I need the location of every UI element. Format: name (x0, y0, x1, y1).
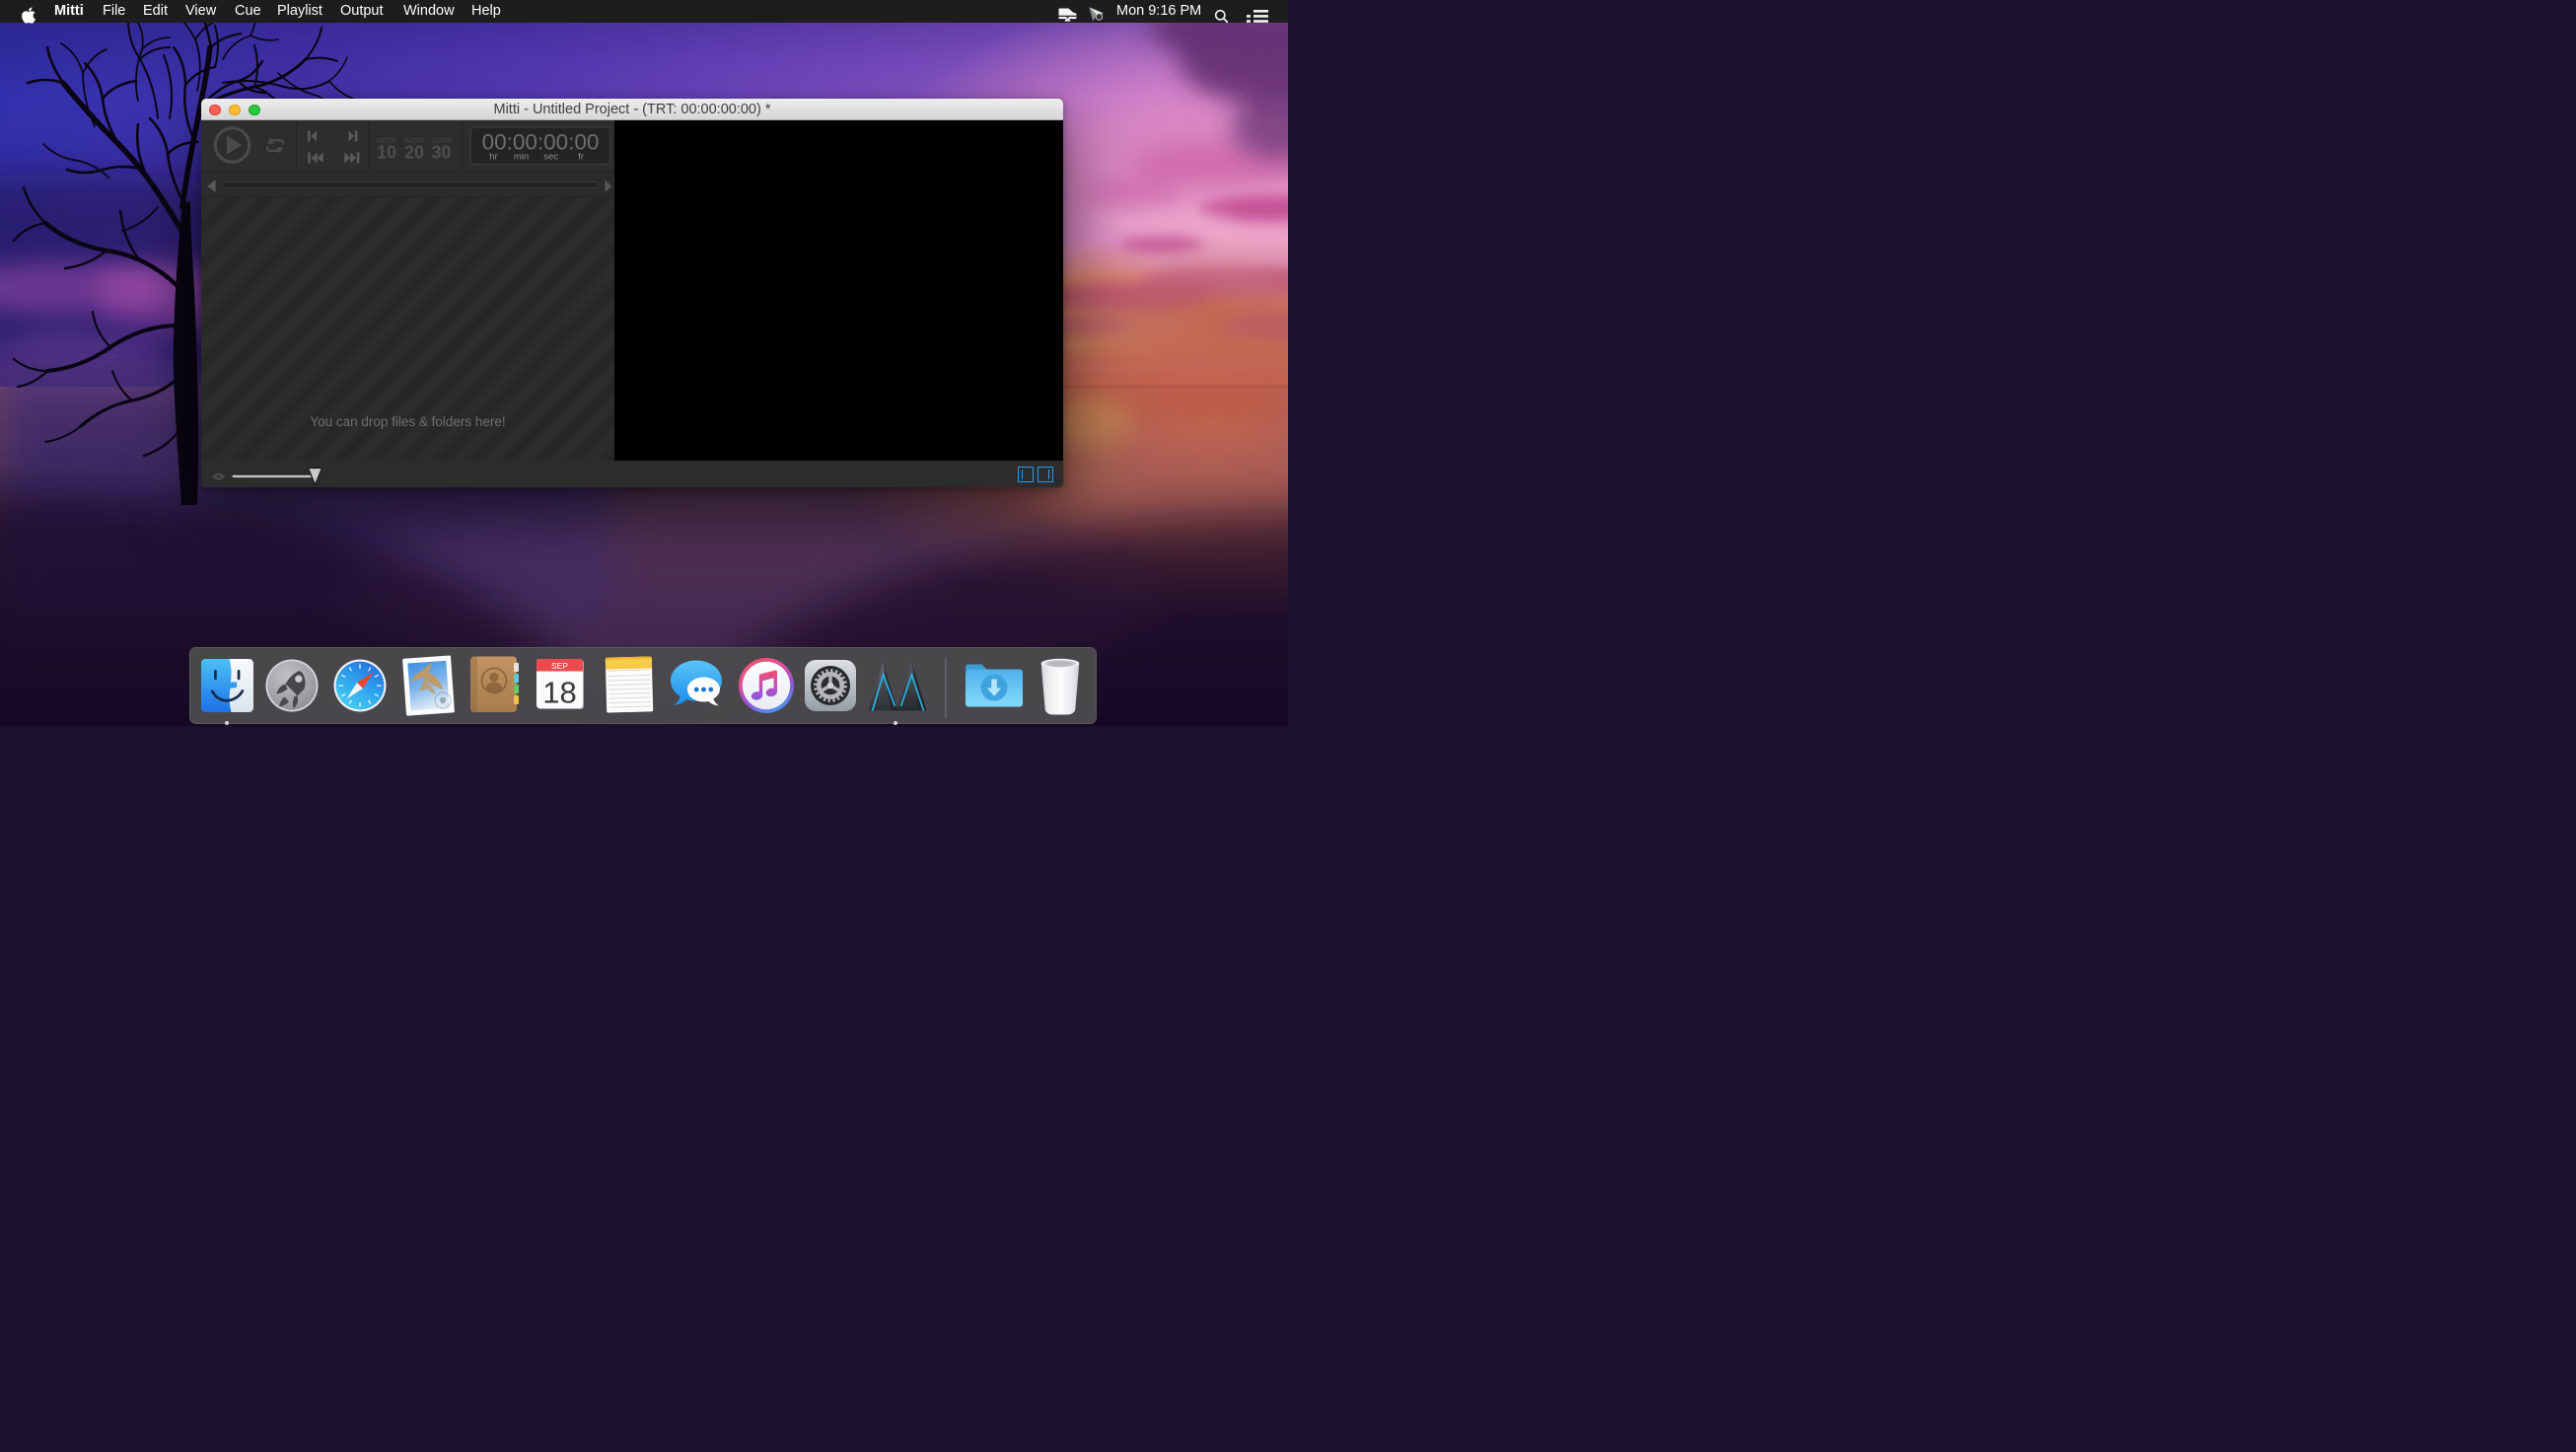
svg-text:hr: hr (489, 152, 497, 163)
svg-text:20: 20 (404, 143, 424, 163)
svg-text:30: 30 (431, 143, 451, 163)
svg-text:min: min (514, 152, 529, 163)
svg-text:fr: fr (578, 152, 584, 163)
svg-text:SEP: SEP (551, 661, 568, 671)
svg-text:18: 18 (542, 676, 576, 710)
svg-text:sec: sec (543, 152, 558, 163)
svg-text:10: 10 (377, 143, 396, 163)
